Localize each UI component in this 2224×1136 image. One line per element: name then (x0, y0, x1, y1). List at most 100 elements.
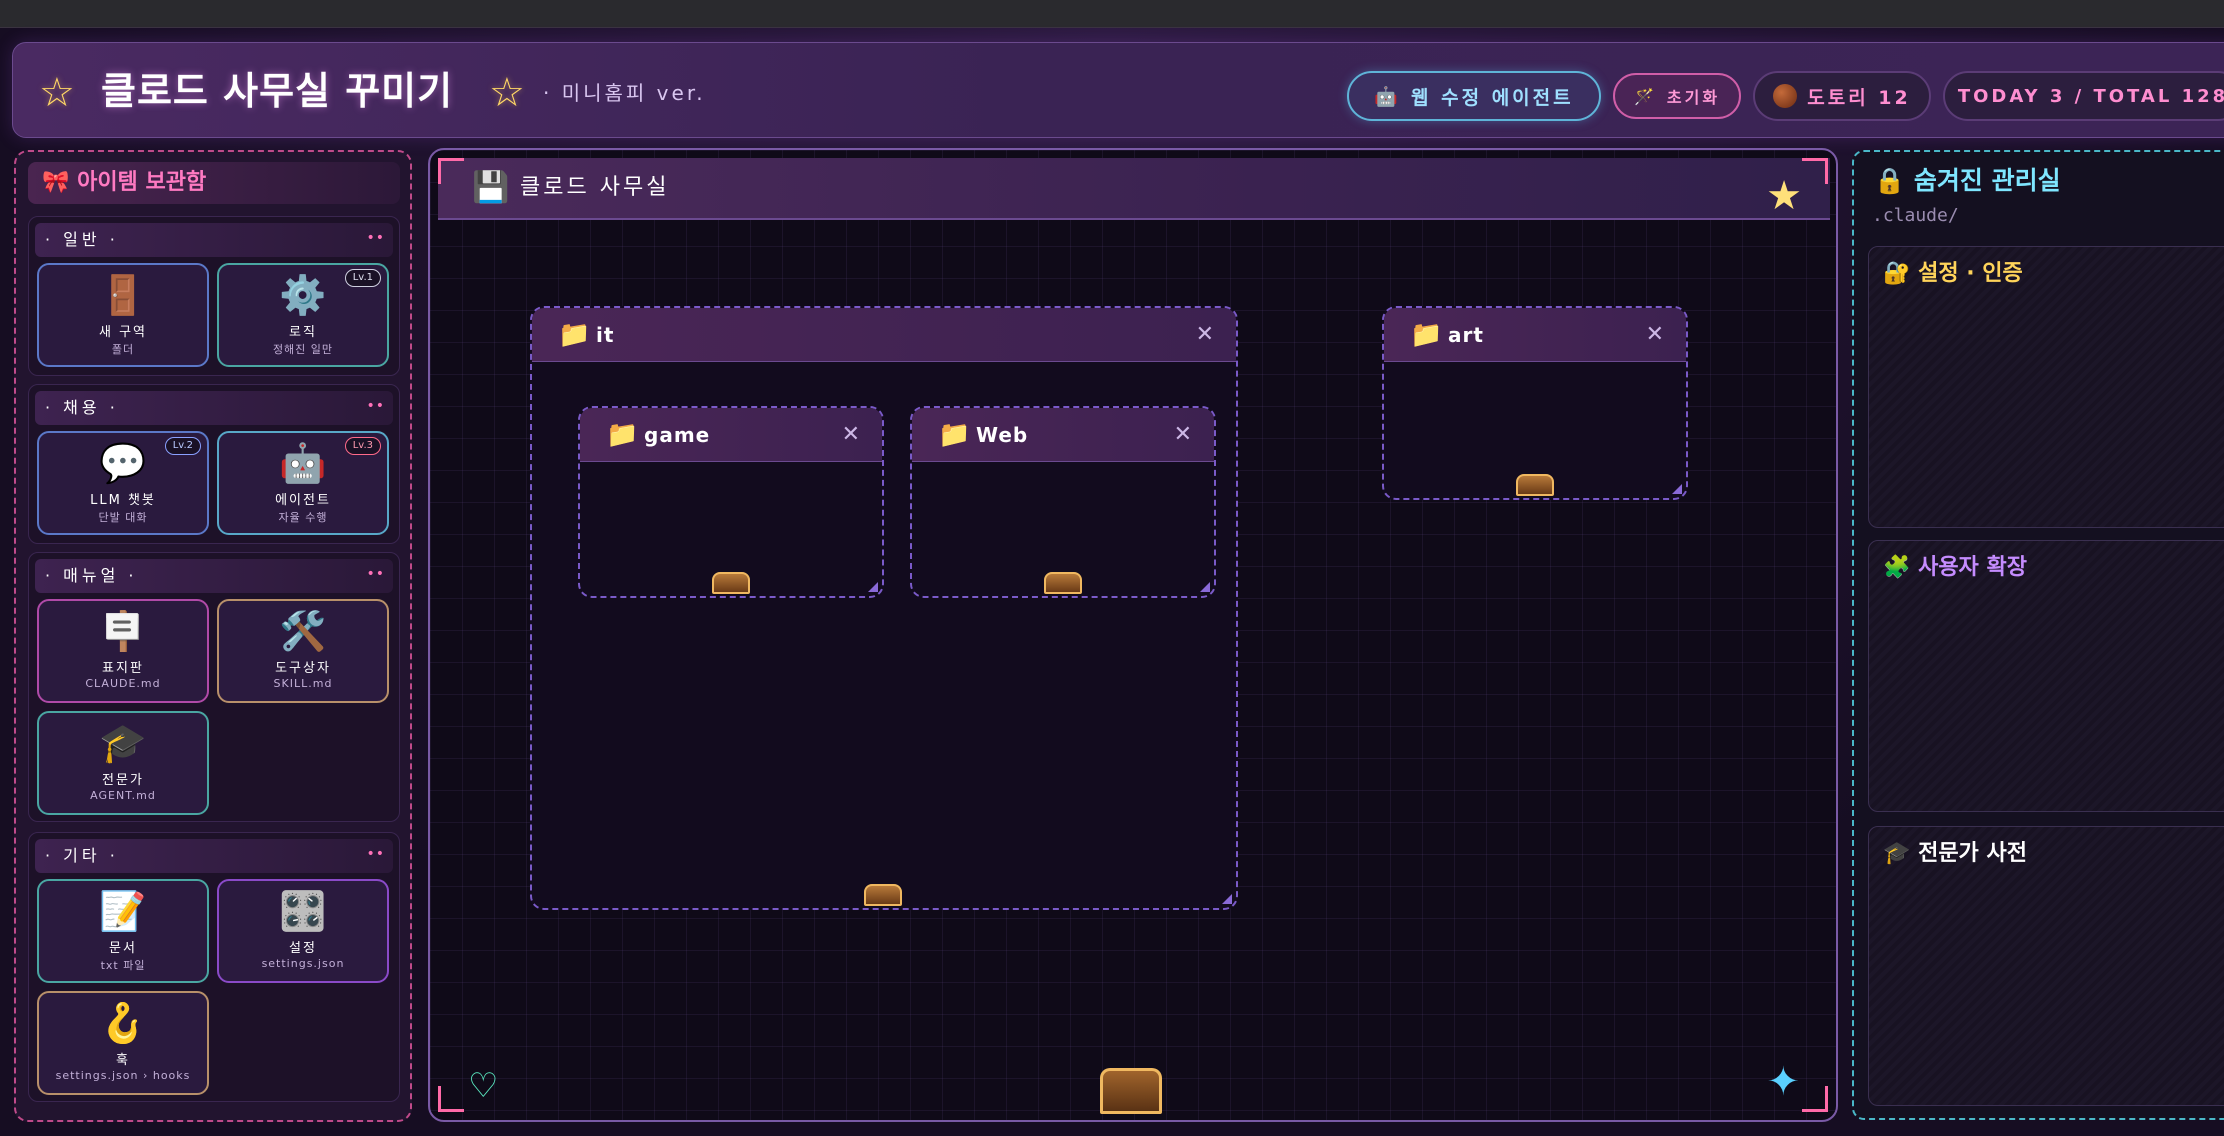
item-name: 새 구역 (98, 325, 147, 340)
gear-icon: ⚙️ (279, 273, 327, 317)
browser-top-strip (0, 0, 2224, 28)
corner-decoration (1802, 158, 1828, 184)
resize-handle[interactable] (868, 582, 878, 592)
dots-icon: •• (366, 230, 385, 246)
item-sub: 자율 수행 (278, 511, 328, 524)
web-edit-agent-button[interactable]: 🤖 웹 수정 에이전트 (1347, 71, 1601, 121)
folder-header[interactable]: 📁 game ✕ (580, 408, 882, 462)
item-card-llm-chatbot[interactable]: Lv.2 💬 LLM 챗봇 단발 대화 (37, 431, 209, 535)
item-name: 표지판 (102, 661, 144, 676)
hidden-room-title: 🔒 숨겨진 관리실 (1874, 164, 2061, 198)
dots-icon: •• (366, 398, 385, 414)
signpost-icon: 🪧 (99, 609, 147, 653)
item-sub: txt 파일 (100, 959, 146, 972)
ribbon-icon: 🎀 (42, 170, 70, 195)
group-header: · 기타 · •• (35, 839, 393, 873)
folder-header[interactable]: 📁 Web ✕ (912, 408, 1214, 462)
group-header: · 채용 · •• (35, 391, 393, 425)
reset-button[interactable]: 🪄 초기화 (1613, 73, 1741, 119)
item-card-hook[interactable]: 🪝 훅 settings.json › hooks (37, 991, 209, 1095)
item-sub: 폴더 (111, 343, 135, 356)
acorn-counter: 도토리 12 (1753, 71, 1931, 121)
folder-zone-it[interactable]: 📁 it ✕ 📁 game ✕ 📁 Web ✕ (530, 306, 1238, 910)
item-sub: settings.json (261, 957, 345, 970)
item-card-document[interactable]: 📝 문서 txt 파일 (37, 879, 209, 983)
item-card-logic[interactable]: Lv.1 ⚙️ 로직 정해진 일만 (217, 263, 389, 367)
header-bar: ☆ 클로드 사무실 꾸미기 ☆ · 미니홈피 ver. 🤖 웹 수정 에이전트 … (12, 42, 2224, 138)
claude-office-canvas[interactable]: 💾 클로드 사무실 ★ 📁 it ✕ 📁 game ✕ 📁 Web ✕ 📁 ar… (428, 148, 1838, 1122)
folder-icon: 📁 (606, 420, 639, 450)
section-title: 🔐 설정 · 인증 (1883, 257, 2023, 291)
folder-zone-game[interactable]: 📁 game ✕ (578, 406, 884, 598)
resize-handle[interactable] (1222, 894, 1232, 904)
folder-zone-art[interactable]: 📁 art ✕ (1382, 306, 1688, 500)
graduation-cap-icon: 🎓 (99, 721, 147, 765)
item-card-toolbox[interactable]: 🛠️ 도구상자 SKILL.md (217, 599, 389, 703)
folder-icon: 📁 (1410, 320, 1443, 350)
item-name: 설정 (289, 941, 317, 956)
folder-name: art (1448, 323, 1484, 347)
chest-icon[interactable] (864, 884, 902, 906)
item-inventory-panel: 🎀 아이템 보관함 · 일반 · •• 🚪 새 구역 폴더 Lv.1 ⚙️ 로직… (14, 150, 412, 1122)
item-card-new-zone[interactable]: 🚪 새 구역 폴더 (37, 263, 209, 367)
folder-name: game (644, 423, 711, 447)
item-name: 문서 (109, 941, 137, 956)
section-title-label: 설정 · 인증 (1918, 261, 2023, 286)
section-expert-dictionary[interactable]: 🎓 전문가 사전 (1868, 826, 2224, 1106)
inventory-group-general: · 일반 · •• 🚪 새 구역 폴더 Lv.1 ⚙️ 로직 정해진 일만 (28, 216, 400, 376)
section-title-label: 사용자 확장 (1918, 555, 2027, 580)
close-icon[interactable]: ✕ (1174, 418, 1192, 452)
group-label: · 매뉴얼 · (45, 566, 138, 585)
page-title: 클로드 사무실 꾸미기 (101, 69, 454, 113)
folder-icon: 📁 (938, 420, 971, 450)
item-name: 로직 (289, 325, 317, 340)
resize-handle[interactable] (1200, 582, 1210, 592)
resize-handle[interactable] (1672, 484, 1682, 494)
page-subtitle: · 미니홈피 ver. (543, 81, 706, 105)
chest-icon[interactable] (1516, 474, 1554, 496)
inventory-group-etc: · 기타 · •• 📝 문서 txt 파일 🎛️ 설정 settings.jso… (28, 832, 400, 1102)
item-name: 에이전트 (275, 493, 331, 508)
item-sub: settings.json › hooks (55, 1069, 191, 1082)
office-door-icon[interactable] (1100, 1068, 1162, 1114)
dots-icon: •• (366, 846, 385, 862)
web-edit-agent-label: 웹 수정 에이전트 (1411, 86, 1574, 109)
folder-header[interactable]: 📁 art ✕ (1384, 308, 1686, 362)
app-root: ☆ 클로드 사무실 꾸미기 ☆ · 미니홈피 ver. 🤖 웹 수정 에이전트 … (0, 28, 2224, 1136)
folder-icon: 📁 (558, 320, 591, 350)
close-icon[interactable]: ✕ (842, 418, 860, 452)
folder-name: it (596, 323, 615, 347)
dots-icon: •• (366, 566, 385, 582)
robot-icon: 🤖 (1374, 85, 1402, 108)
item-sub: AGENT.md (90, 789, 156, 802)
close-icon[interactable]: ✕ (1196, 318, 1214, 352)
chest-icon[interactable] (712, 572, 750, 594)
hidden-room-path: .claude/ (1872, 205, 1959, 226)
folder-zone-web[interactable]: 📁 Web ✕ (910, 406, 1216, 598)
item-card-settings[interactable]: 🎛️ 설정 settings.json (217, 879, 389, 983)
item-card-expert[interactable]: 🎓 전문가 AGENT.md (37, 711, 209, 815)
item-sub: CLAUDE.md (85, 677, 161, 690)
item-card-signpost[interactable]: 🪧 표지판 CLAUDE.md (37, 599, 209, 703)
section-title: 🎓 전문가 사전 (1883, 837, 2027, 871)
hidden-admin-room-panel: 🔒 숨겨진 관리실 .claude/ 🔐 설정 · 인증 🧩 사용자 확장 🎓 … (1852, 150, 2224, 1120)
chest-icon[interactable] (1044, 572, 1082, 594)
speech-bubble-icon: 💬 (99, 441, 147, 485)
group-header: · 일반 · •• (35, 223, 393, 257)
folder-header[interactable]: 📁 it ✕ (532, 308, 1236, 362)
acorn-icon (1773, 84, 1798, 108)
group-label: · 기타 · (45, 846, 119, 865)
visit-counter-label: TODAY 3 / TOTAL 128 (1957, 85, 2224, 107)
reset-label: 초기화 (1666, 88, 1721, 107)
corner-decoration (438, 158, 464, 184)
corner-decoration (438, 1086, 464, 1112)
puzzle-icon: 🧩 (1883, 555, 1911, 580)
inventory-group-hire: · 채용 · •• Lv.2 💬 LLM 챗봇 단발 대화 Lv.3 🤖 에이전… (28, 384, 400, 544)
section-settings-auth[interactable]: 🔐 설정 · 인증 (1868, 246, 2224, 528)
group-header: · 매뉴얼 · •• (35, 559, 393, 593)
close-icon[interactable]: ✕ (1646, 318, 1664, 352)
computer-icon: 💾 (472, 170, 510, 205)
section-user-extensions[interactable]: 🧩 사용자 확장 (1868, 540, 2224, 812)
item-card-agent[interactable]: Lv.3 🤖 에이전트 자율 수행 (217, 431, 389, 535)
office-title-bar: 💾 클로드 사무실 ★ (438, 158, 1830, 220)
